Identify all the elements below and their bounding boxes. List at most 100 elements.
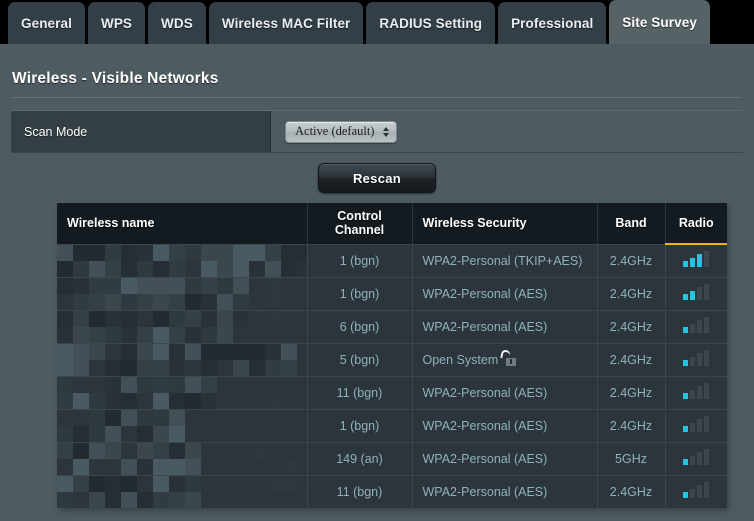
- redacted-block: [153, 359, 169, 376]
- redacted-block: [89, 425, 105, 442]
- column-header-control-channel[interactable]: Control Channel: [307, 203, 413, 244]
- tab-professional[interactable]: Professional: [498, 2, 607, 44]
- cell-wireless-name[interactable]: [57, 243, 308, 277]
- tab-site-survey[interactable]: Site Survey: [609, 0, 710, 44]
- redacted-block: [281, 409, 297, 426]
- redacted-block: [185, 491, 201, 508]
- security-label: WPA2-Personal (TKIP+AES): [422, 253, 583, 268]
- redacted-block: [217, 475, 233, 492]
- signal-bar: [704, 251, 710, 268]
- table-row[interactable]: 1 (bgn) WPA2-Personal (TKIP+AES) 2.4GHz: [57, 243, 727, 277]
- security-label: WPA2-Personal (AES): [422, 385, 548, 400]
- redacted-wireless-name: [57, 442, 307, 475]
- redacted-block: [249, 244, 265, 261]
- redacted-block: [89, 293, 105, 310]
- column-header-band[interactable]: Band: [597, 203, 666, 244]
- redacted-block: [297, 293, 307, 310]
- redacted-block: [137, 326, 153, 343]
- redacted-block: [121, 458, 137, 475]
- signal-bar: [683, 393, 689, 399]
- redacted-block: [73, 409, 89, 426]
- redacted-block: [89, 277, 105, 294]
- redacted-block: [73, 326, 89, 343]
- redacted-block: [281, 491, 297, 508]
- redacted-block: [201, 293, 217, 310]
- redacted-block: [281, 244, 297, 261]
- redacted-wireless-name: [57, 475, 307, 508]
- redacted-block: [105, 359, 121, 376]
- table-row[interactable]: 6 (bgn) WPA2-Personal (AES) 2.4GHz: [57, 309, 727, 343]
- redacted-block: [137, 442, 153, 459]
- signal-bar: [704, 416, 710, 432]
- tab-wireless-mac-filter[interactable]: Wireless MAC Filter: [208, 2, 364, 44]
- signal-bar: [690, 291, 696, 300]
- redacted-block: [137, 409, 153, 426]
- table-row[interactable]: 1 (bgn) WPA2-Personal (AES) 2.4GHz: [57, 276, 727, 310]
- cell-wireless-name[interactable]: [57, 474, 308, 508]
- cell-wireless-name[interactable]: [57, 276, 308, 310]
- redacted-block: [121, 310, 137, 327]
- redacted-block: [121, 260, 137, 277]
- cell-wireless-name[interactable]: [57, 441, 308, 475]
- redacted-block: [201, 277, 217, 294]
- column-header-wireless-name[interactable]: Wireless name: [57, 203, 308, 244]
- cell-control-channel: 1 (bgn): [307, 408, 413, 442]
- tab-general[interactable]: General: [8, 2, 85, 44]
- redacted-block: [137, 277, 153, 294]
- redacted-block: [265, 442, 281, 459]
- table-row[interactable]: 5 (bgn) Open System 2.4GHz: [57, 342, 727, 376]
- table-row[interactable]: 149 (an) WPA2-Personal (AES) 5GHz: [57, 441, 727, 475]
- redacted-block: [217, 359, 233, 376]
- redacted-block: [297, 277, 307, 294]
- redacted-block: [233, 425, 249, 442]
- rescan-button[interactable]: Rescan: [318, 163, 436, 193]
- redacted-block: [249, 475, 265, 492]
- tab-wps[interactable]: WPS: [87, 2, 146, 44]
- signal-bar: [683, 294, 689, 300]
- signal-bar: [697, 353, 703, 366]
- redacted-block: [249, 310, 265, 327]
- redacted-block: [73, 277, 89, 294]
- redacted-block: [169, 244, 185, 261]
- redacted-block: [105, 425, 121, 442]
- security-label: WPA2-Personal (AES): [422, 451, 548, 466]
- redacted-block: [265, 458, 281, 475]
- signal-bar: [704, 482, 710, 498]
- redacted-block: [217, 458, 233, 475]
- cell-wireless-name[interactable]: [57, 375, 308, 409]
- redacted-block: [73, 244, 89, 261]
- signal-bar: [690, 390, 696, 399]
- cell-control-channel: 11 (bgn): [307, 375, 413, 409]
- redacted-block: [121, 359, 137, 376]
- redacted-block: [233, 260, 249, 277]
- security-label: WPA2-Personal (AES): [422, 319, 548, 334]
- table-row[interactable]: 1 (bgn) WPA2-Personal (AES) 2.4GHz: [57, 408, 727, 442]
- cell-wireless-name[interactable]: [57, 408, 308, 442]
- redacted-block: [265, 260, 281, 277]
- scan-mode-selected-value: Active (default): [295, 124, 375, 138]
- column-header-radio[interactable]: Radio: [665, 203, 727, 245]
- cell-wireless-name[interactable]: [57, 342, 308, 376]
- redacted-block: [89, 491, 105, 508]
- scan-mode-select[interactable]: Active (default): [285, 120, 398, 143]
- signal-strength-icon: [683, 284, 710, 300]
- redacted-block: [297, 359, 307, 376]
- cell-wireless-name[interactable]: [57, 309, 308, 343]
- tab-wds[interactable]: WDS: [148, 2, 206, 44]
- redacted-block: [105, 376, 121, 393]
- tab-label: Wireless MAC Filter: [221, 15, 351, 31]
- redacted-block: [105, 260, 121, 277]
- redacted-block: [153, 277, 169, 294]
- redacted-block: [169, 277, 185, 294]
- column-header-wireless-security[interactable]: Wireless Security: [412, 203, 598, 244]
- cell-band: 2.4GHz: [597, 276, 666, 310]
- tab-label: Professional: [511, 15, 594, 31]
- table-row[interactable]: 11 (bgn) WPA2-Personal (AES) 2.4GHz: [57, 474, 727, 508]
- cell-radio-signal: [665, 408, 727, 442]
- tab-radius-setting[interactable]: RADIUS Setting: [366, 2, 496, 44]
- redacted-block: [249, 293, 265, 310]
- redacted-block: [121, 392, 137, 409]
- redacted-block: [217, 442, 233, 459]
- cell-radio-signal: [665, 342, 727, 376]
- table-row[interactable]: 11 (bgn) WPA2-Personal (AES) 2.4GHz: [57, 375, 727, 409]
